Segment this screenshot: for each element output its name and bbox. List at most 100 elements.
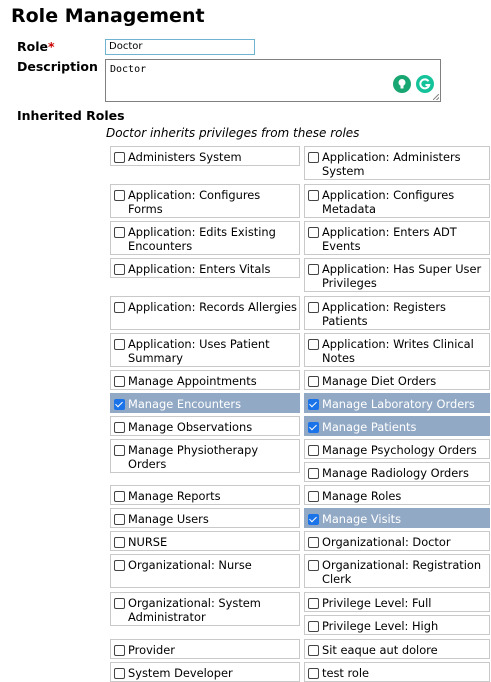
checkbox[interactable] xyxy=(308,302,319,313)
role-option-label: Manage Visits xyxy=(322,512,402,526)
role-option[interactable]: Organizational: Nurse xyxy=(110,554,300,588)
role-option[interactable]: System Developer xyxy=(110,662,300,682)
checkbox[interactable] xyxy=(114,560,125,571)
role-option[interactable]: Privilege Level: High xyxy=(304,615,490,635)
checkbox[interactable] xyxy=(114,537,125,548)
lightbulb-icon[interactable] xyxy=(393,75,411,93)
role-name-input[interactable]: Doctor xyxy=(105,39,255,55)
checkbox[interactable] xyxy=(114,190,125,201)
checkbox[interactable] xyxy=(308,445,319,456)
checkbox[interactable] xyxy=(114,668,125,679)
role-option-label: Application: Enters Vitals xyxy=(128,262,271,276)
role-option[interactable]: Organizational: System Administrator xyxy=(110,592,300,626)
role-option[interactable]: Administers System xyxy=(110,146,300,166)
checkbox[interactable] xyxy=(308,621,319,632)
role-option[interactable]: Application: Enters ADT Events xyxy=(304,221,490,255)
checkbox-checked[interactable] xyxy=(308,514,319,525)
checkbox[interactable] xyxy=(114,514,125,525)
role-option[interactable]: Manage Appointments xyxy=(110,370,300,390)
role-option[interactable]: Provider xyxy=(110,639,300,659)
role-option-label: Privilege Level: High xyxy=(322,619,439,633)
role-option-label: Application: Configures Metadata xyxy=(322,188,455,216)
role-option-label: Application: Has Super User Privileges xyxy=(322,262,482,290)
role-option[interactable]: Application: Registers Patients xyxy=(304,296,490,330)
role-option-label: Privilege Level: Full xyxy=(322,596,432,610)
role-option[interactable]: Application: Configures Forms xyxy=(110,184,300,218)
role-option[interactable]: Manage Laboratory Orders xyxy=(304,393,490,413)
role-option-label: Manage Psychology Orders xyxy=(322,443,477,457)
role-option[interactable]: Application: Writes Clinical Notes xyxy=(304,333,490,367)
checkbox[interactable] xyxy=(308,468,319,479)
checkbox[interactable] xyxy=(114,491,125,502)
checkbox[interactable] xyxy=(114,376,125,387)
role-label: Role* xyxy=(17,39,55,54)
role-option[interactable]: Manage Patients xyxy=(304,416,490,436)
role-option-label: Manage Physiotherapy Orders xyxy=(128,443,259,471)
role-option[interactable]: Organizational: Doctor xyxy=(304,531,490,551)
role-option[interactable]: Application: Uses Patient Summary xyxy=(110,333,300,367)
role-option[interactable]: Manage Visits xyxy=(304,508,490,528)
role-option[interactable]: Manage Roles xyxy=(304,485,490,505)
role-option-label: Application: Configures Forms xyxy=(128,188,261,216)
role-option[interactable]: Sit eaque aut dolore xyxy=(304,639,490,659)
checkbox[interactable] xyxy=(308,598,319,609)
checkbox[interactable] xyxy=(308,537,319,548)
role-option[interactable]: Manage Radiology Orders xyxy=(304,462,490,482)
role-option[interactable]: Application: Configures Metadata xyxy=(304,184,490,218)
checkbox[interactable] xyxy=(308,491,319,502)
role-option-label: Sit eaque aut dolore xyxy=(322,643,438,657)
role-option-label: Manage Appointments xyxy=(128,374,257,388)
role-option-label: Application: Records Allergies xyxy=(128,300,297,314)
checkbox[interactable] xyxy=(308,339,319,350)
checkbox[interactable] xyxy=(114,339,125,350)
description-label: Description xyxy=(17,59,98,74)
role-option-label: Application: Enters ADT Events xyxy=(322,225,457,253)
checkbox[interactable] xyxy=(308,668,319,679)
resize-handle[interactable] xyxy=(433,94,439,100)
checkbox[interactable] xyxy=(114,152,125,163)
checkbox[interactable] xyxy=(114,227,125,238)
description-textarea[interactable]: Doctor xyxy=(105,59,441,102)
role-option[interactable]: Manage Psychology Orders xyxy=(304,439,490,459)
role-option-label: Administers System xyxy=(128,150,242,164)
role-option[interactable]: Manage Diet Orders xyxy=(304,370,490,390)
role-option[interactable]: Application: Records Allergies xyxy=(110,296,300,330)
role-option[interactable]: Application: Administers System xyxy=(304,146,490,180)
checkbox[interactable] xyxy=(308,376,319,387)
checkbox-checked[interactable] xyxy=(308,399,319,410)
role-option[interactable]: NURSE xyxy=(110,531,300,551)
role-option[interactable]: Application: Enters Vitals xyxy=(110,258,300,278)
checkbox[interactable] xyxy=(114,645,125,656)
role-option[interactable]: Manage Users xyxy=(110,508,300,528)
role-option-label: Manage Reports xyxy=(128,489,221,503)
checkbox-checked[interactable] xyxy=(114,399,125,410)
role-option[interactable]: Manage Encounters xyxy=(110,393,300,413)
checkbox[interactable] xyxy=(114,598,125,609)
checkbox[interactable] xyxy=(114,422,125,433)
checkbox[interactable] xyxy=(308,264,319,275)
checkbox[interactable] xyxy=(308,227,319,238)
checkbox[interactable] xyxy=(308,645,319,656)
role-label-text: Role xyxy=(17,39,48,54)
role-option[interactable]: Manage Reports xyxy=(110,485,300,505)
checkbox-checked[interactable] xyxy=(308,422,319,433)
checkbox[interactable] xyxy=(114,302,125,313)
role-option[interactable]: Application: Has Super User Privileges xyxy=(304,258,490,292)
role-option-label: Manage Users xyxy=(128,512,209,526)
role-option[interactable]: test role xyxy=(304,662,490,682)
checkbox[interactable] xyxy=(114,445,125,456)
checkbox[interactable] xyxy=(308,560,319,571)
role-option[interactable]: Organizational: Registration Clerk xyxy=(304,554,490,588)
grammarly-icon[interactable] xyxy=(416,75,434,93)
role-option-label: Manage Diet Orders xyxy=(322,374,437,388)
checkbox[interactable] xyxy=(308,152,319,163)
checkbox[interactable] xyxy=(308,190,319,201)
checkbox[interactable] xyxy=(114,264,125,275)
role-option-label: Organizational: System Administrator xyxy=(128,596,261,624)
role-option-label: Manage Patients xyxy=(322,420,417,434)
role-option[interactable]: Manage Physiotherapy Orders xyxy=(110,439,300,473)
role-option[interactable]: Manage Observations xyxy=(110,416,300,436)
role-option[interactable]: Application: Edits Existing Encounters xyxy=(110,221,300,255)
role-option-label: Manage Encounters xyxy=(128,397,242,411)
role-option[interactable]: Privilege Level: Full xyxy=(304,592,490,612)
